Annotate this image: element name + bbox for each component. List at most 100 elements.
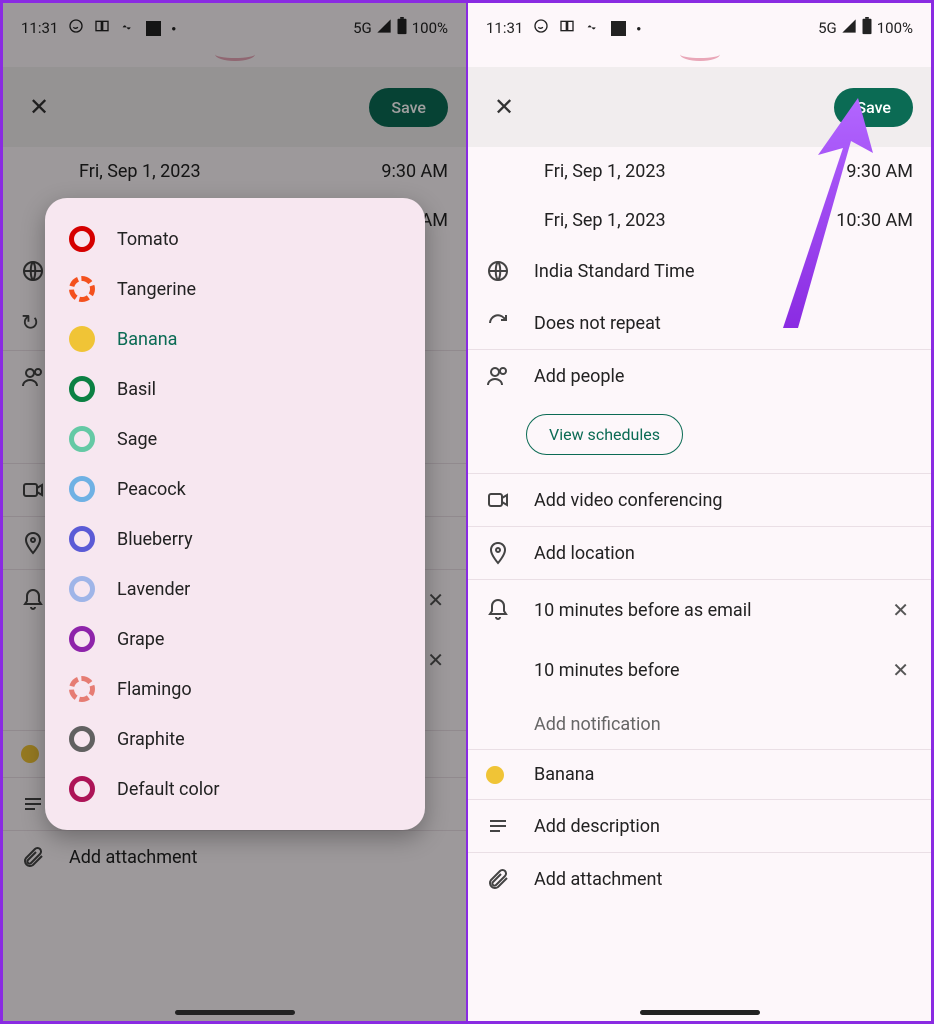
color-swatch — [69, 376, 95, 402]
dot-icon: ● — [636, 24, 641, 33]
repeat-label: Does not repeat — [534, 313, 913, 334]
description-row[interactable]: Add description — [468, 800, 931, 852]
end-date-label: Fri, Sep 1, 2023 — [486, 210, 836, 231]
color-option-banana[interactable]: Banana — [45, 314, 425, 364]
battery-pct: 100% — [877, 19, 913, 37]
start-time-label: 9:30 AM — [846, 161, 913, 182]
color-option-graphite[interactable]: Graphite — [45, 714, 425, 764]
lines-icon — [486, 814, 534, 838]
color-option-tomato[interactable]: Tomato — [45, 214, 425, 264]
signal-icon — [841, 18, 857, 38]
remove-notif-2-icon[interactable]: ✕ — [888, 654, 913, 686]
start-datetime[interactable]: Fri, Sep 1, 2023 9:30 AM — [3, 147, 466, 196]
nav-handle[interactable] — [175, 1010, 295, 1015]
network-label: 5G — [353, 19, 372, 37]
clock: 11:31 — [21, 19, 58, 37]
close-icon[interactable]: ✕ — [21, 85, 57, 129]
save-button[interactable]: Save — [834, 88, 913, 127]
color-option-label: Grape — [117, 629, 164, 650]
color-swatch — [69, 626, 95, 652]
color-option-basil[interactable]: Basil — [45, 364, 425, 414]
remove-notif-2-icon[interactable]: ✕ — [423, 644, 448, 676]
attachment-row[interactable]: Add attachment — [3, 831, 466, 883]
paperclip-icon — [486, 867, 534, 891]
desc-label: Add description — [534, 816, 913, 837]
timezone-row[interactable]: India Standard Time — [468, 245, 931, 297]
color-option-label: Tomato — [117, 229, 179, 250]
location-icon — [486, 541, 534, 565]
battery-icon — [396, 17, 408, 39]
color-option-label: Banana — [117, 329, 177, 350]
color-option-label: Tangerine — [117, 279, 196, 300]
attachment-row[interactable]: Add attachment — [468, 853, 931, 905]
dot-icon: ● — [171, 24, 176, 33]
attach-label: Add attachment — [534, 869, 913, 890]
location-row[interactable]: Add location — [468, 527, 931, 579]
app-bar: ✕ Save — [3, 67, 466, 147]
remove-notif-1-icon[interactable]: ✕ — [888, 594, 913, 626]
color-option-peacock[interactable]: Peacock — [45, 464, 425, 514]
add-people-row[interactable]: Add people — [468, 350, 931, 402]
color-option-label: Peacock — [117, 479, 186, 500]
wave-icon — [120, 18, 136, 38]
color-option-lavender[interactable]: Lavender — [45, 564, 425, 614]
video-label: Add video conferencing — [534, 490, 913, 511]
start-date-label: Fri, Sep 1, 2023 — [21, 161, 381, 182]
color-option-label: Lavender — [117, 579, 190, 600]
whatsapp-icon — [68, 18, 84, 38]
color-option-label: Blueberry — [117, 529, 193, 550]
status-bar: 11:31 ● 5G — [468, 3, 931, 53]
square-icon — [611, 21, 626, 36]
view-schedules-button[interactable]: View schedules — [526, 414, 683, 455]
color-option-sage[interactable]: Sage — [45, 414, 425, 464]
app-bar: ✕ Save — [468, 67, 931, 147]
add-notification-row[interactable]: Add notification — [468, 700, 931, 749]
whatsapp-icon — [533, 18, 549, 38]
save-button[interactable]: Save — [369, 88, 448, 127]
color-option-label: Default color — [117, 779, 220, 800]
color-picker-popup: Tomato Tangerine Banana Basil Sage Peacock Blu… — [45, 198, 425, 830]
notif-1-label: 10 minutes before as email — [534, 600, 888, 621]
split-icon — [94, 18, 110, 38]
remove-notif-1-icon[interactable]: ✕ — [423, 584, 448, 616]
nav-handle[interactable] — [640, 1010, 760, 1015]
color-swatch — [69, 226, 95, 252]
color-option-grape[interactable]: Grape — [45, 614, 425, 664]
color-option-label: Basil — [117, 379, 156, 400]
attach-label: Add attachment — [69, 847, 448, 868]
add-notif-label: Add notification — [534, 714, 913, 735]
close-icon[interactable]: ✕ — [486, 85, 522, 129]
notification-2[interactable]: 10 minutes before ✕ — [468, 640, 931, 700]
color-option-blueberry[interactable]: Blueberry — [45, 514, 425, 564]
color-swatch — [69, 326, 95, 352]
color-swatch — [69, 776, 95, 802]
network-label: 5G — [818, 19, 837, 37]
battery-icon — [861, 17, 873, 39]
color-option-tangerine[interactable]: Tangerine — [45, 264, 425, 314]
video-icon — [486, 488, 534, 512]
color-swatch — [69, 276, 95, 302]
paperclip-icon — [21, 845, 69, 869]
color-swatch — [69, 726, 95, 752]
end-datetime[interactable]: Fri, Sep 1, 2023 10:30 AM — [468, 196, 931, 245]
globe-icon — [486, 259, 534, 283]
square-icon — [146, 21, 161, 36]
add-people-label: Add people — [534, 366, 913, 387]
color-row[interactable]: Banana — [468, 750, 931, 799]
signal-icon — [376, 18, 392, 38]
battery-pct: 100% — [412, 19, 448, 37]
status-bar: 11:31 ● 5G — [3, 3, 466, 53]
notification-1[interactable]: 10 minutes before as email ✕ — [468, 580, 931, 640]
location-label: Add location — [534, 543, 913, 564]
start-time-label: 9:30 AM — [381, 161, 448, 182]
color-option-flamingo[interactable]: Flamingo — [45, 664, 425, 714]
color-label: Banana — [534, 764, 913, 785]
start-datetime[interactable]: Fri, Sep 1, 2023 9:30 AM — [468, 147, 931, 196]
start-date-label: Fri, Sep 1, 2023 — [486, 161, 846, 182]
repeat-row[interactable]: Does not repeat — [468, 297, 931, 349]
color-option-default-color[interactable]: Default color — [45, 764, 425, 814]
color-option-label: Flamingo — [117, 679, 192, 700]
video-row[interactable]: Add video conferencing — [468, 474, 931, 526]
color-swatch — [69, 676, 95, 702]
people-icon — [486, 364, 534, 388]
